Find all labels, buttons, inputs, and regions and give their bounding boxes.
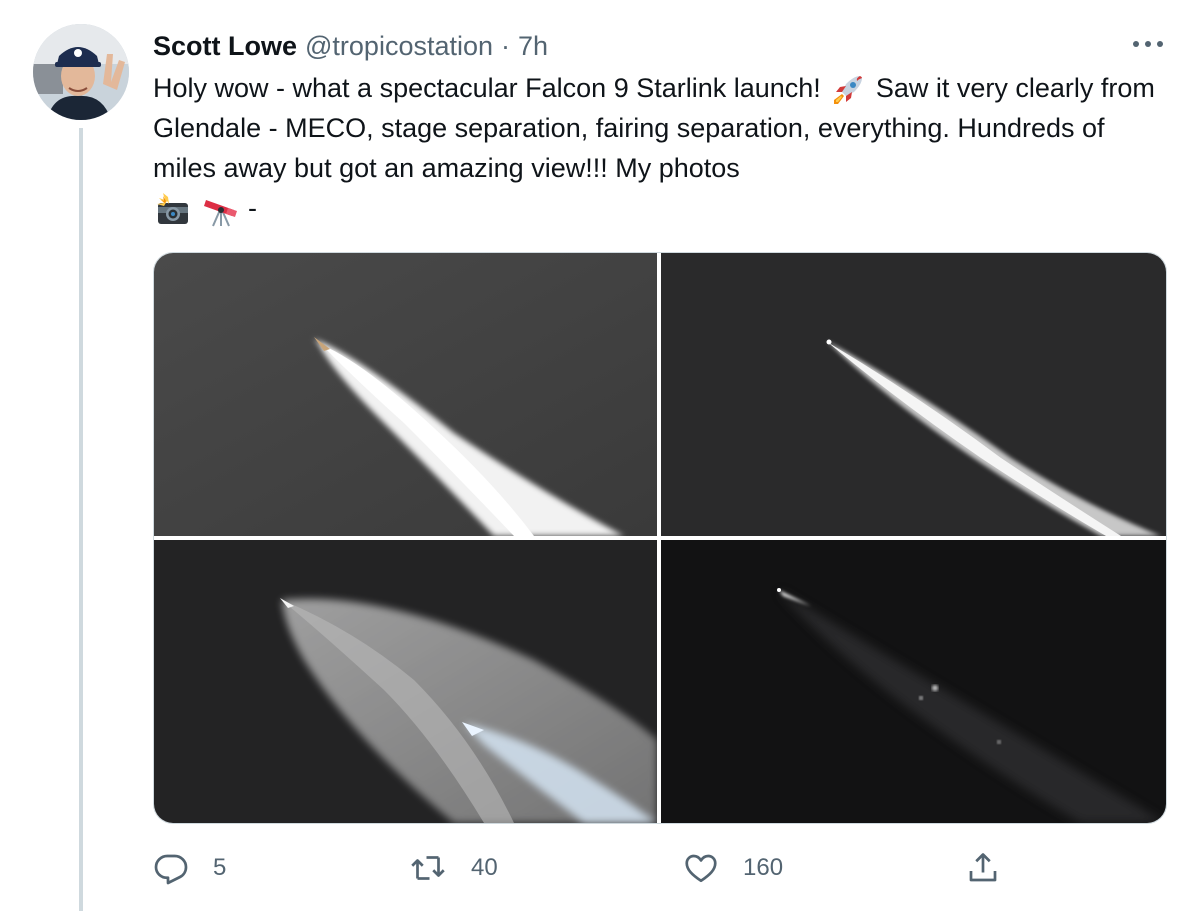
media-grid (153, 252, 1167, 824)
launch-photo-1[interactable] (154, 253, 657, 536)
rocket-emoji (834, 75, 863, 104)
share-button[interactable] (965, 846, 1001, 890)
retweet-count: 40 (471, 854, 498, 881)
reply-count: 5 (213, 854, 227, 881)
more-icon (1133, 41, 1163, 47)
tweet-text-part3: - (248, 193, 258, 223)
separator-dot: · (501, 30, 511, 61)
like-icon (685, 854, 717, 883)
retweet-button[interactable]: 40 (409, 846, 498, 890)
share-icon (969, 853, 997, 882)
tweet-text-part1: Holy wow - what a spectacular Falcon 9 S… (153, 73, 821, 103)
thread-line (79, 128, 83, 911)
like-count: 160 (743, 854, 784, 881)
camera-flash-emoji (157, 192, 188, 224)
tweet-header: Scott Lowe @tropicostation · 7h (153, 26, 548, 66)
author-name[interactable]: Scott Lowe (153, 31, 297, 62)
telescope-emoji (203, 199, 237, 227)
tweet-time[interactable]: 7h (518, 31, 548, 62)
tweet-text: Holy wow - what a spectacular Falcon 9 S… (153, 68, 1163, 228)
tweet-actions: 5 40 160 (153, 846, 1165, 890)
retweet-icon (411, 856, 445, 880)
more-options-button[interactable] (1126, 26, 1170, 62)
launch-photo-3[interactable] (154, 540, 657, 823)
reply-icon (154, 854, 188, 885)
launch-photo-4[interactable] (661, 540, 1166, 823)
tweet: Scott Lowe @tropicostation · 7h Holy wow… (0, 0, 1196, 911)
launch-photo-2[interactable] (661, 253, 1166, 536)
avatar[interactable] (33, 24, 129, 120)
reply-button[interactable]: 5 (153, 846, 226, 890)
author-handle[interactable]: @tropicostation (305, 31, 493, 62)
like-button[interactable]: 160 (683, 846, 783, 890)
